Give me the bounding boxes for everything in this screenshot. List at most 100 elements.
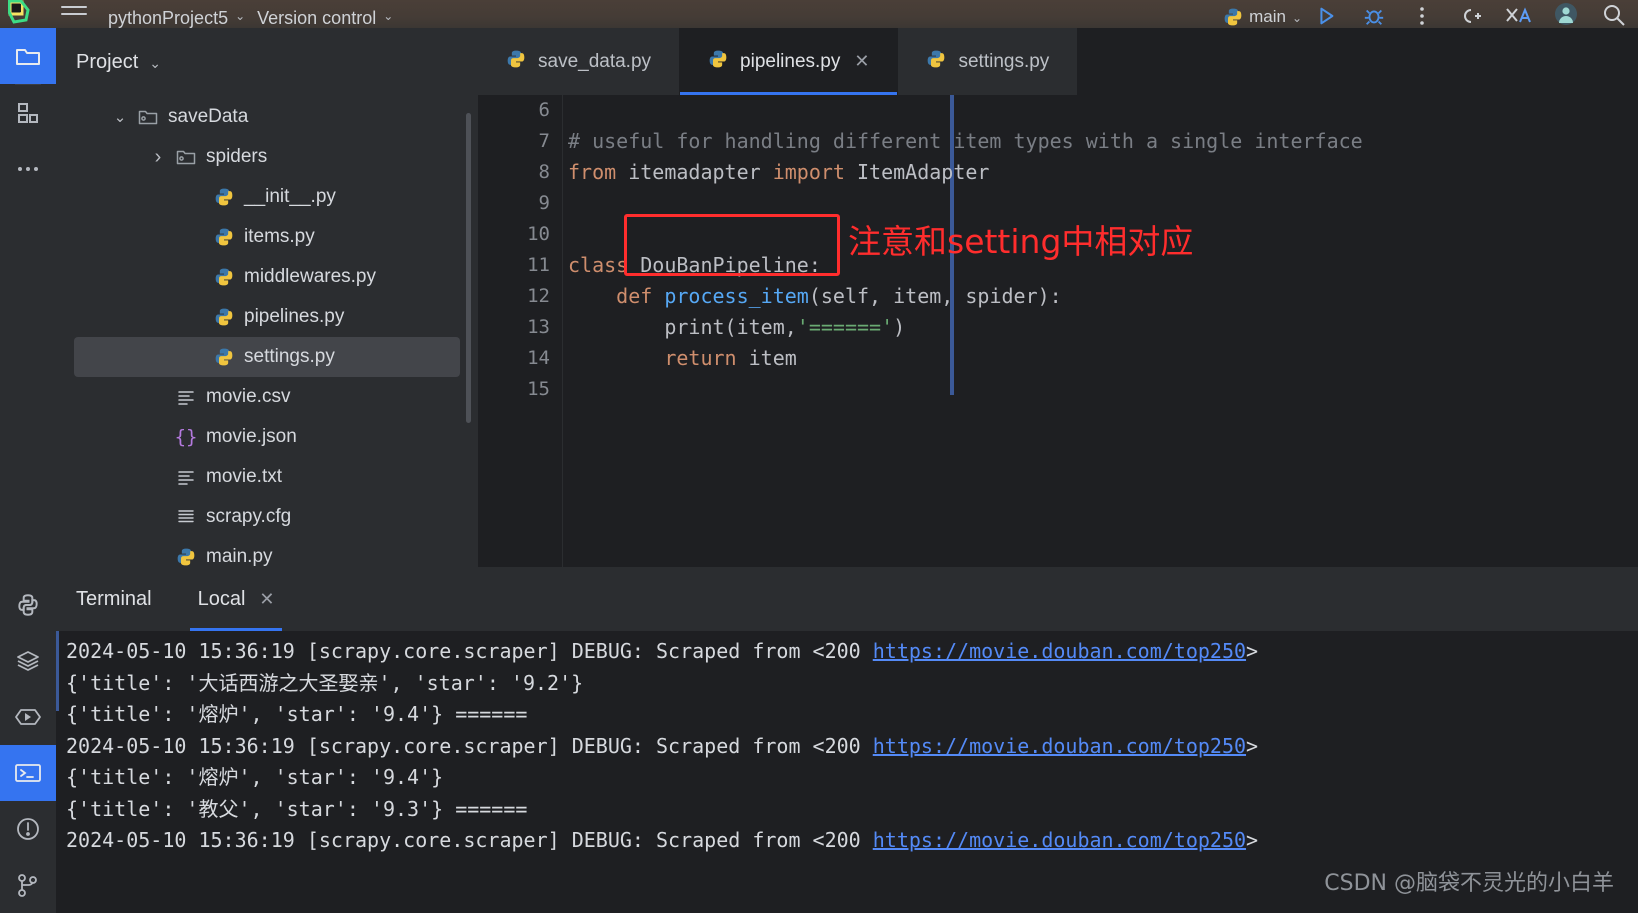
code-token: def <box>616 284 653 308</box>
terminal-link[interactable]: https://movie.douban.com/top250 <box>873 734 1246 758</box>
terminal-line: {'title': '大话西游之大圣娶亲', 'star': '9.2'} <box>56 668 1638 700</box>
tree-item-scrapy-cfg[interactable]: scrapy.cfg <box>56 497 478 537</box>
sidebar-item-structure[interactable] <box>0 85 56 141</box>
code-editor[interactable]: 6 7 8 9 10 11 12 13 14 15 # useful for handling d… <box>478 95 1638 568</box>
tree-item-label: items.py <box>244 226 315 247</box>
python-icon <box>215 268 233 286</box>
terminal-link[interactable]: https://movie.douban.com/top250 <box>873 828 1246 852</box>
terminal-text: {'title': '大话西游之大圣娶亲', 'star': '9.2'} <box>66 670 584 695</box>
code-token: item <box>736 346 797 370</box>
main-menu-button[interactable] <box>46 0 102 28</box>
terminal-text: > <box>1246 733 1259 758</box>
tree-scrollbar[interactable] <box>466 113 471 423</box>
tree-item-spiders[interactable]: › spiders <box>56 137 478 177</box>
tree-item-movie-json[interactable]: {} movie.json <box>56 417 478 457</box>
code-token: ) <box>893 315 906 339</box>
tree-item-items-py[interactable]: items.py <box>56 217 478 257</box>
python-icon <box>928 50 945 67</box>
tree-item-settings-py[interactable]: settings.py <box>74 337 460 377</box>
tree-item-label: settings.py <box>244 346 335 367</box>
tool-window-rail <box>0 28 56 913</box>
tree-item-pipelines-py[interactable]: pipelines.py <box>56 297 478 337</box>
layers-icon <box>17 651 39 671</box>
line-number: 9 <box>538 192 550 214</box>
code-token: print(item, <box>568 315 797 339</box>
code-line[interactable]: from itemadapter import ItemAdapter <box>564 157 1638 188</box>
line-number: 11 <box>527 254 550 276</box>
folder-icon <box>16 49 40 65</box>
line-number: 6 <box>538 99 550 121</box>
terminal-tab-local[interactable]: Local ✕ <box>180 568 293 631</box>
python-icon <box>213 347 235 367</box>
tree-item--init-py[interactable]: __init__.py <box>56 177 478 217</box>
code-content[interactable]: # useful for handling different item typ… <box>564 95 1638 568</box>
terminal-link[interactable]: https://movie.douban.com/top250 <box>873 639 1246 663</box>
tree-item-movie-txt[interactable]: movie.txt <box>56 457 478 497</box>
code-line[interactable]: # useful for handling different item typ… <box>564 126 1638 157</box>
chevron-down-icon: ⌄ <box>383 9 394 23</box>
code-token: class <box>568 253 629 277</box>
chevron-down-icon: ⌄ <box>149 55 161 71</box>
editor-area: save_data.py pipelines.py ✕ settings.py 6 7 8… <box>478 28 1638 568</box>
more-actions-button[interactable] <box>1398 0 1446 28</box>
text-icon <box>175 388 197 406</box>
chevron-right-icon[interactable]: › <box>150 146 166 169</box>
ide-window: pythonProject5 ⌄ Version control ⌄ main … <box>0 0 1638 913</box>
python-icon <box>213 307 235 327</box>
code-line[interactable] <box>564 188 1638 219</box>
code-token: (self, item, spider): <box>808 284 1062 308</box>
terminal-lines: 2024-05-10 15:36:19 [scrapy.core.scraper… <box>56 636 1638 857</box>
translate-button[interactable] <box>1494 0 1542 28</box>
sidebar-item-terminal[interactable] <box>0 745 56 801</box>
close-icon[interactable]: ✕ <box>259 589 274 610</box>
version-control-selector[interactable]: Version control ⌄ <box>251 9 399 28</box>
terminal-icon <box>15 764 41 782</box>
run-configuration-selector[interactable]: main ⌄ <box>1223 7 1302 28</box>
tree-item-main-py[interactable]: main.py <box>56 537 478 568</box>
code-token: return <box>664 346 737 370</box>
chevron-down-icon[interactable]: ⌄ <box>112 108 128 126</box>
project-file-tree[interactable]: ⌄ saveData › spiders __init__.py items.py m… <box>56 97 478 568</box>
debug-button[interactable] <box>1350 0 1398 28</box>
sidebar-item-run[interactable] <box>0 689 56 745</box>
sidebar-item-version-control[interactable] <box>0 857 56 913</box>
json-file-icon: {} <box>174 426 198 448</box>
line-number: 13 <box>527 316 550 338</box>
tree-item-label: movie.txt <box>206 466 283 487</box>
editor-tab-settings-py[interactable]: settings.py <box>898 28 1079 95</box>
editor-tab-label: save_data.py <box>538 50 652 72</box>
code-line[interactable] <box>564 95 1638 126</box>
sidebar-item-problems[interactable] <box>0 801 56 857</box>
tree-item-middlewares-py[interactable]: middlewares.py <box>56 257 478 297</box>
sidebar-item-project[interactable] <box>0 28 56 84</box>
run-icon <box>15 709 41 725</box>
sidebar-item-python-packages[interactable] <box>0 577 56 633</box>
editor-tab-save-data-py[interactable]: save_data.py <box>478 28 681 95</box>
account-avatar[interactable] <box>1542 0 1590 28</box>
search-icon[interactable] <box>1590 0 1638 28</box>
code-line[interactable]: return item <box>564 343 1638 374</box>
python-icon <box>708 49 728 75</box>
editor-tab-pipelines-py[interactable]: pipelines.py ✕ <box>680 28 899 95</box>
project-selector[interactable]: pythonProject5 ⌄ <box>102 9 251 28</box>
run-button[interactable] <box>1302 0 1350 28</box>
text-file-icon <box>178 391 194 405</box>
code-with-me-button[interactable] <box>1446 0 1494 28</box>
sidebar-item-database[interactable] <box>0 633 56 689</box>
folder-icon <box>137 108 159 126</box>
code-line[interactable]: print(item,'======') <box>564 312 1638 343</box>
project-panel-header[interactable]: Project ⌄ <box>56 28 478 97</box>
config-file-icon <box>178 510 194 523</box>
tree-item-label: pipelines.py <box>244 306 345 327</box>
python-icon <box>175 547 197 567</box>
close-icon[interactable]: ✕ <box>854 51 869 72</box>
app-logo-icon <box>0 0 46 28</box>
code-line[interactable]: def process_item(self, item, spider): <box>564 281 1638 312</box>
code-line[interactable] <box>564 374 1638 405</box>
tree-item-movie-csv[interactable]: movie.csv <box>56 377 478 417</box>
tree-item-savedata[interactable]: ⌄ saveData <box>56 97 478 137</box>
sidebar-item-more[interactable] <box>0 141 56 197</box>
